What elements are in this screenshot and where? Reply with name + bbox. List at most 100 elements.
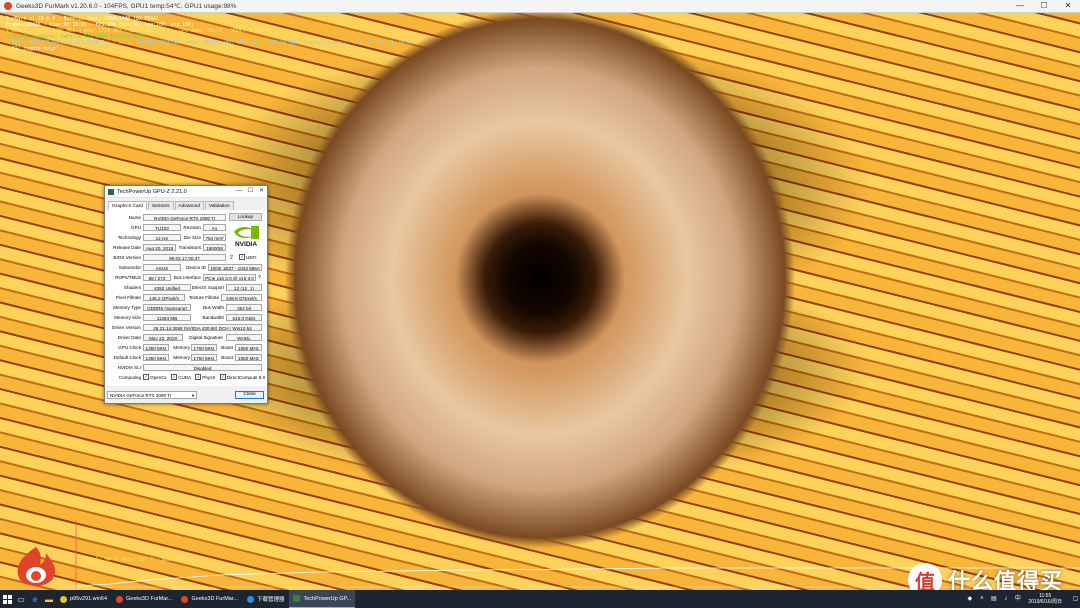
taskbar-app-furmark-2[interactable]: Geeks3D FurMar...: [177, 590, 241, 608]
bandwidth-field: 616.0 GB/s: [226, 314, 262, 321]
bandwidth-label: Bandwidth: [202, 315, 224, 320]
taskbar-app-prime95[interactable]: p95v291.win64: [56, 590, 111, 608]
memory-type-field: GDDR6 (Samsung): [143, 304, 191, 311]
edge-browser-icon[interactable]: e: [28, 590, 42, 608]
smzdm-watermark: 值 什么值得买: [908, 562, 1063, 590]
gpuz-app-icon: [108, 188, 114, 195]
default-clock-label: Default Clock: [113, 355, 141, 360]
smzdm-watermark-text: 什么值得买: [948, 570, 1064, 590]
default-clock-boost-field: 1650 MHz: [235, 354, 262, 361]
taskbar-app-furmark-1[interactable]: Geeks3D FurMar...: [112, 590, 176, 608]
driver-version-field: 26.21.14.3086 (NVIDIA 430.86) DCH / Win1…: [143, 324, 262, 331]
share-icon[interactable]: ⇪: [229, 254, 234, 261]
gpuz-close-button[interactable]: ✕: [256, 186, 267, 197]
taskbar-app-download-manager[interactable]: 下载管理器: [243, 590, 289, 608]
nvidia-sli-field: Disabled: [143, 364, 262, 371]
rops-tmus-label: ROPs/TMUs: [115, 275, 141, 280]
file-explorer-icon[interactable]: ▬: [42, 590, 56, 608]
taskbar-clock[interactable]: 11:55 2019/6/16/周日: [1028, 593, 1062, 605]
nvidia-sli-label: NVIDIA SLI: [117, 365, 141, 370]
lookup-button[interactable]: Lookup: [229, 213, 262, 221]
name-label: Name: [128, 215, 141, 220]
driver-date-field: May 22, 2019: [143, 334, 183, 341]
physx-checkbox[interactable]: ✓ PhysX: [195, 374, 216, 381]
bus-interface-field: PCIe x16 3.0 @ x16 3.0: [203, 274, 256, 281]
close-button[interactable]: ✕: [1056, 0, 1080, 12]
gpuz-minimize-button[interactable]: —: [234, 186, 245, 197]
pixel-fillrate-label: Pixel Fillrate: [115, 295, 141, 300]
gpuz-close-dialog-button[interactable]: Close: [235, 391, 264, 399]
chevron-up-icon[interactable]: ˄: [977, 595, 986, 604]
network-icon[interactable]: ▤: [989, 595, 998, 604]
task-view-icon[interactable]: ▭: [14, 590, 28, 608]
taskbar-app-gpuz[interactable]: TechPowerUp GP...: [289, 590, 356, 608]
gpu-field: TU102: [143, 224, 181, 231]
texture-fillrate-label: Texture Fillrate: [188, 295, 219, 300]
texture-fillrate-field: 448.8 GTexel/s: [221, 294, 262, 301]
directcompute-checkbox[interactable]: ✓ DirectCompute 5.0: [219, 374, 265, 381]
gpuz-window-title: TechPowerUp GPU-Z 2.21.0: [117, 188, 187, 195]
driver-date-label: Driver Date: [117, 335, 141, 340]
furmark-titlebar[interactable]: Geeks3D FurMark v1.20.6.0 - 104FPS, GPU1…: [0, 0, 1080, 13]
gpu-clock-field: 1350 MHz: [143, 344, 169, 351]
volume-icon[interactable]: ♪: [1001, 595, 1010, 604]
transistors-label: Transistors: [178, 245, 201, 250]
release-date-field: Aug 20, 2018: [143, 244, 176, 251]
pixel-fillrate-field: 145.2 GPixel/s: [143, 294, 185, 301]
device-select[interactable]: NVIDIA GeForce RTX 2080 Ti ▼: [107, 391, 197, 399]
minimize-button[interactable]: —: [1008, 0, 1032, 12]
bios-version-label: BIOS Version: [113, 255, 141, 260]
maximize-button[interactable]: ☐: [1032, 0, 1056, 12]
device-id-label: Device ID: [186, 265, 206, 270]
memory-size-field: 11264 MB: [143, 314, 191, 321]
windows-taskbar: ▭ e ▬ p95v291.win64 Geeks3D FurMar... Ge…: [0, 590, 1080, 608]
nvidia-logo: NVIDIA: [229, 222, 263, 248]
furmark-app-icon: [4, 2, 12, 10]
furmark-icon: [181, 595, 189, 603]
computing-checkboxes: ✓ OpenCL ✓ CUDA ✓ PhysX ✓ DirectCompute 5.0: [143, 374, 265, 382]
shaders-field: 4352 Unified: [143, 284, 191, 291]
revision-field: A1: [203, 224, 226, 231]
subvendor-field: ASUS: [143, 264, 181, 271]
subvendor-label: Subvendor: [118, 265, 141, 270]
overlay-line-help: - F1: toggle help: [6, 47, 56, 53]
furmark-flame-logo: [17, 547, 56, 586]
gpu-graph-label: GPU 1: 54° C (min: 35° C - max: 54° C): [84, 558, 194, 563]
furmark-window-title: Geeks3D FurMark v1.20.6.0 - 104FPS, GPU1…: [16, 3, 237, 10]
system-tray: ◆ ˄ ▤ ♪ 中 11:55 2019/6/16/周日 ▢: [962, 590, 1080, 608]
gpuz-maximize-button[interactable]: ☐: [245, 186, 256, 197]
revision-label: Revision: [183, 225, 201, 230]
opencl-checkbox[interactable]: ✓ OpenCL: [143, 374, 167, 381]
chevron-down-icon: ▼: [191, 393, 195, 398]
computing-label: Computing: [118, 375, 141, 380]
gpuz-bottom-bar: NVIDIA GeForce RTX 2080 Ti ▼ Close: [105, 390, 267, 402]
start-button[interactable]: [0, 590, 14, 608]
directx-support-field: 12 (12_1): [226, 284, 262, 291]
clock-date: 2019/6/16/周日: [1028, 599, 1062, 605]
shaders-label: Shaders: [123, 285, 141, 290]
gpu-clock-memory-label: Memory: [173, 345, 190, 350]
gpuz-icon: [293, 595, 301, 602]
bus-help-button[interactable]: ?: [258, 274, 261, 282]
furmark-icon: [116, 595, 124, 603]
bus-width-label: Bus Width: [203, 305, 224, 310]
cuda-checkbox[interactable]: ✓ CUDA: [171, 374, 191, 381]
gpu-clock-boost-label: Boost: [221, 345, 233, 350]
die-size-field: 754 mm²: [203, 234, 226, 241]
uefi-checkbox[interactable]: ✓ UEFI: [239, 254, 256, 262]
die-size-label: Die Size: [183, 235, 201, 240]
default-clock-memory-field: 1750 MHz: [191, 354, 217, 361]
bus-width-field: 352 bit: [226, 304, 262, 311]
default-clock-field: 1350 MHz: [143, 354, 169, 361]
technology-label: Technology: [117, 235, 141, 240]
release-date-label: Release Date: [113, 245, 141, 250]
input-method-icon[interactable]: 中: [1013, 595, 1022, 604]
nvidia-tray-icon[interactable]: ◆: [965, 595, 974, 604]
gpuz-titlebar[interactable]: TechPowerUp GPU-Z 2.21.0 — ☐ ✕: [105, 186, 267, 198]
svg-text:NVIDIA: NVIDIA: [235, 241, 257, 248]
transistors-field: 18600M: [203, 244, 226, 251]
name-field: NVIDIA GeForce RTX 2080 Ti: [143, 214, 226, 221]
notification-icon[interactable]: ▢: [1071, 595, 1080, 604]
furmark-stats-overlay: FurMark v1.20.6.0 - Burn-in test, 2560x1…: [6, 17, 413, 54]
bus-interface-label: Bus Interface: [173, 275, 201, 280]
